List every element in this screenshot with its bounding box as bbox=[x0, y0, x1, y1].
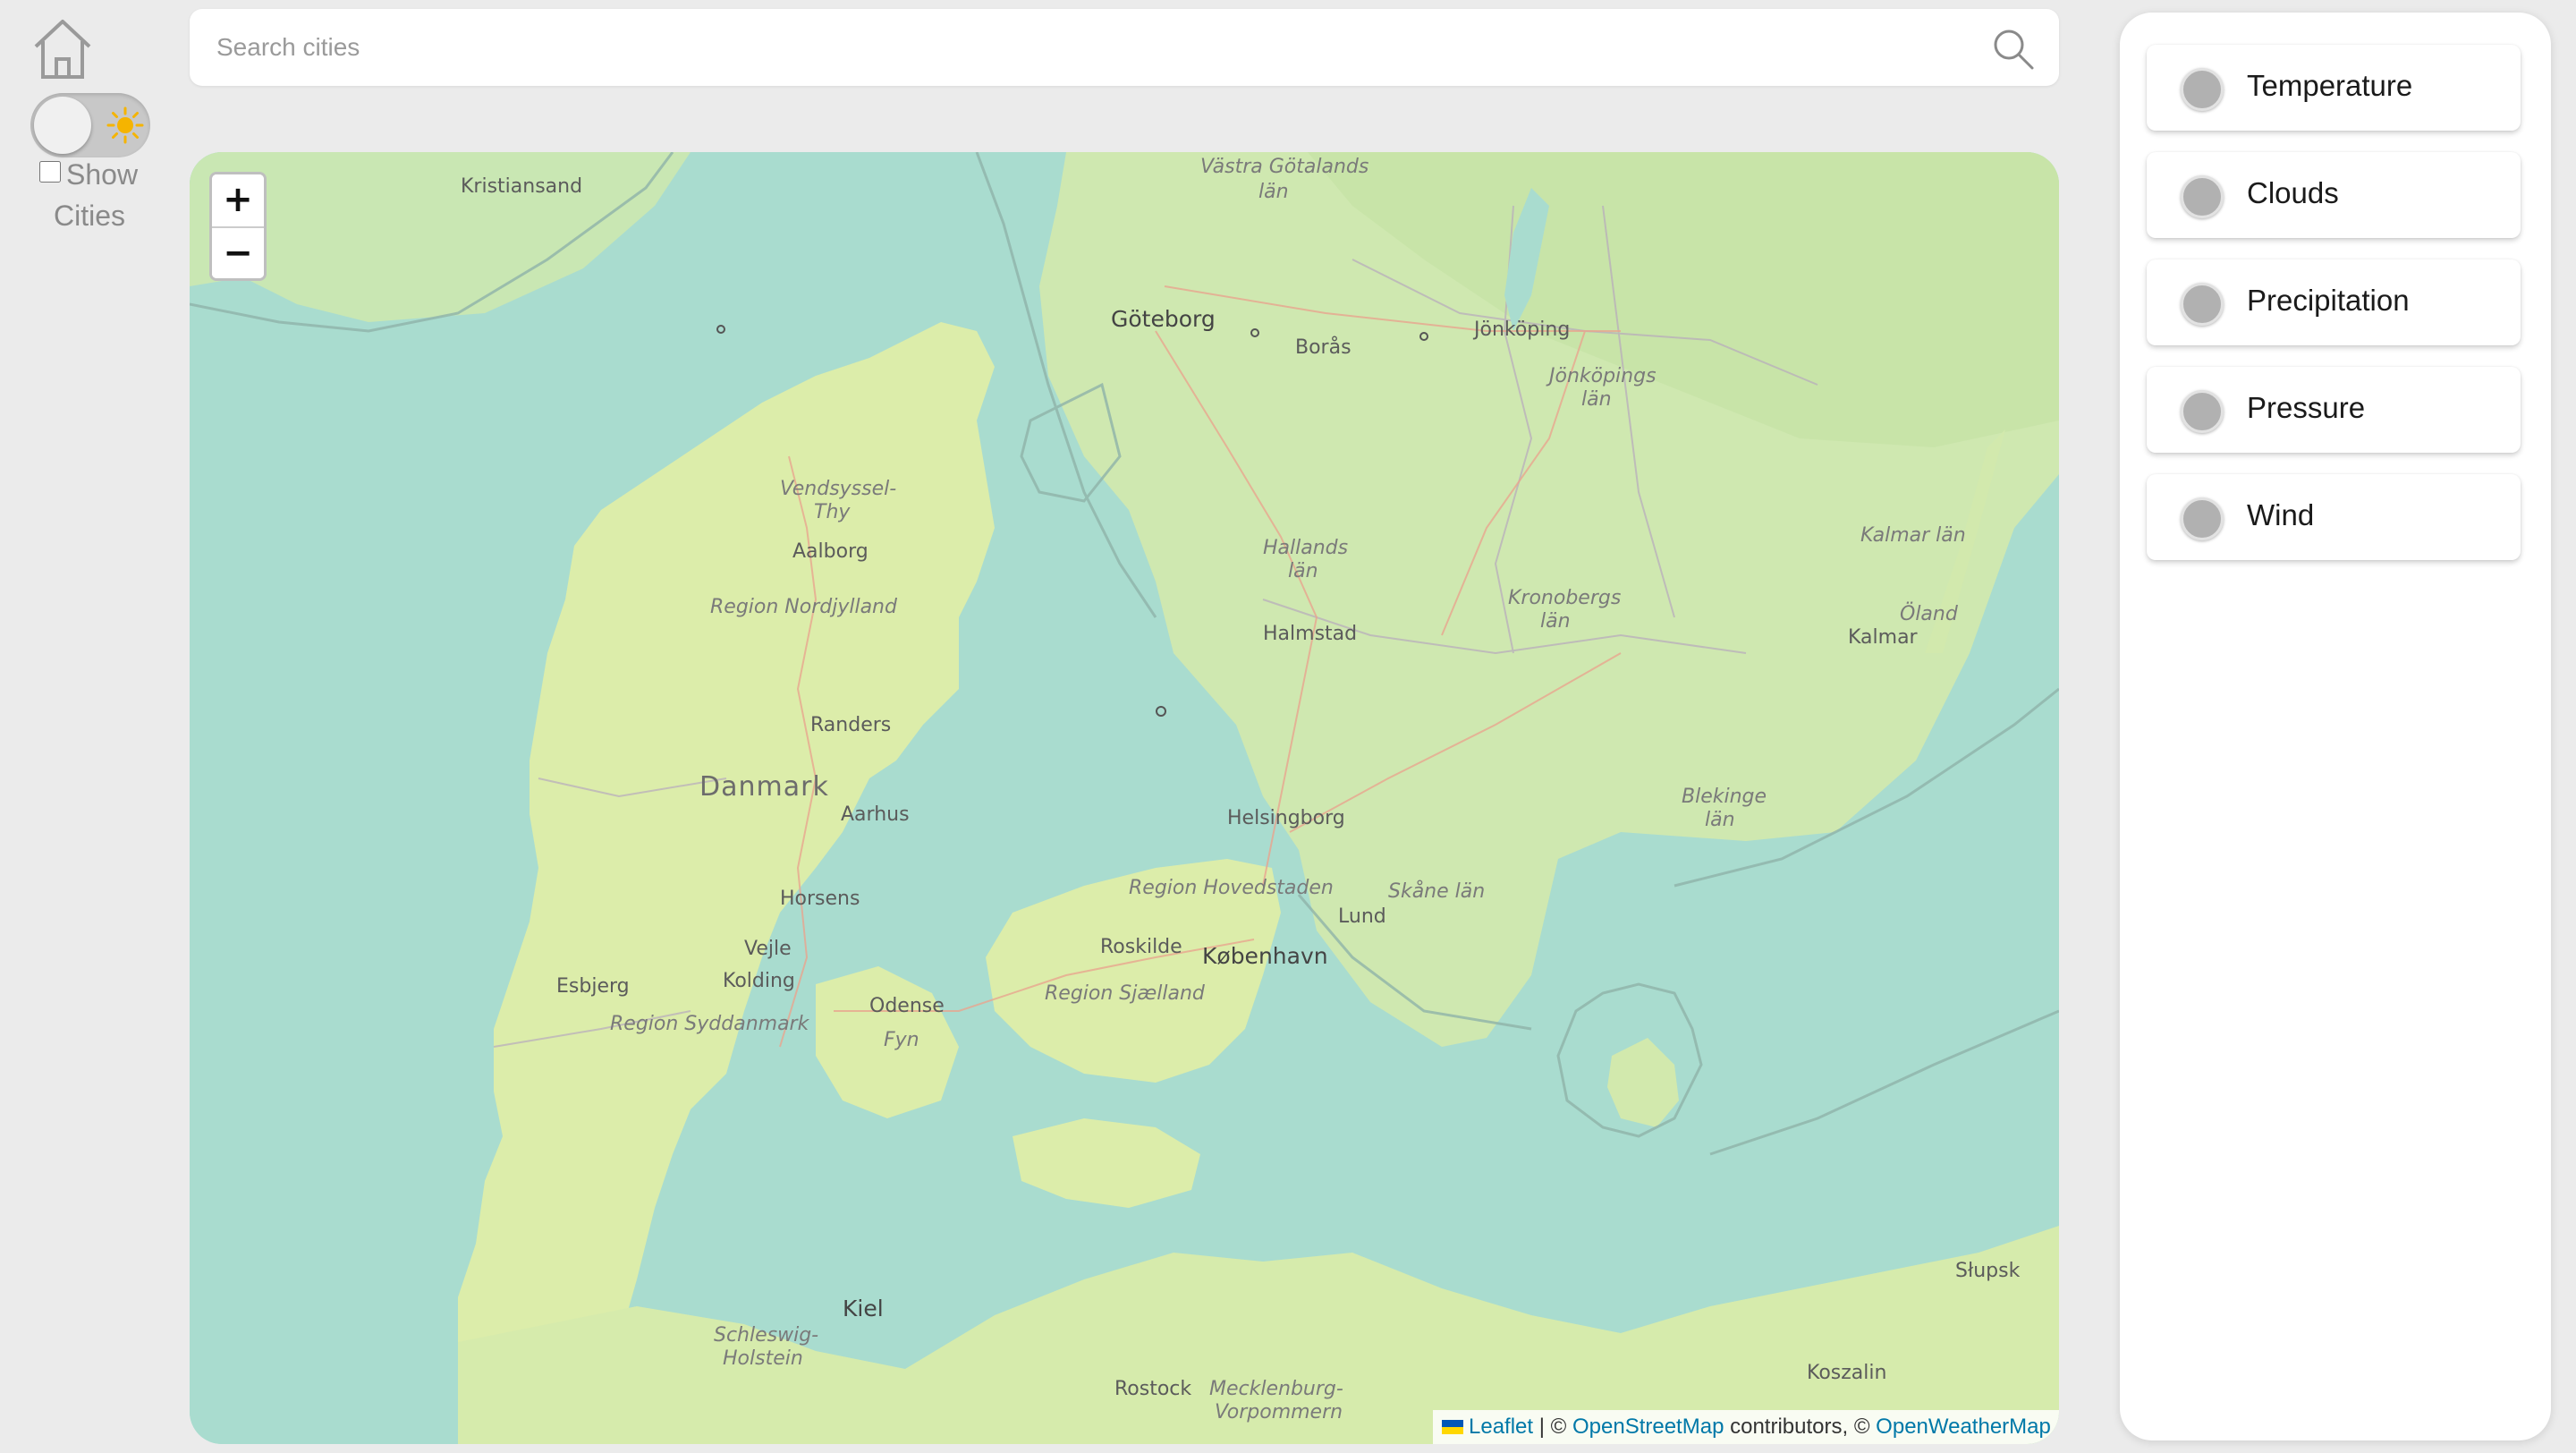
zoom-out-button[interactable]: − bbox=[212, 226, 264, 278]
map-label: Region Syddanmark bbox=[610, 1013, 809, 1035]
sun-icon bbox=[106, 106, 144, 144]
map-label: Kalmar bbox=[1848, 626, 1918, 649]
layer-panel: Temperature Clouds Precipitation Pressur… bbox=[2120, 13, 2551, 1440]
map-label: Öland bbox=[1900, 603, 1958, 625]
map-label: København bbox=[1202, 943, 1328, 969]
home-button[interactable] bbox=[27, 13, 98, 84]
map-tiles[interactable] bbox=[190, 152, 2059, 1444]
layer-pressure-button[interactable]: Pressure bbox=[2147, 367, 2521, 453]
show-cities-label-line2: Cities bbox=[54, 200, 126, 232]
attribution-sep: | © bbox=[1533, 1415, 1572, 1439]
radio-dot-icon bbox=[2181, 68, 2224, 111]
map-label: län bbox=[1258, 181, 1289, 203]
map-label: Västra Götalands bbox=[1200, 156, 1369, 178]
zoom-control: + − bbox=[209, 172, 267, 281]
map-label: Lund bbox=[1338, 905, 1386, 928]
map-label: Randers bbox=[810, 714, 892, 736]
search-input[interactable] bbox=[190, 9, 1952, 86]
radio-dot-icon bbox=[2181, 283, 2224, 326]
map-label: län bbox=[1288, 560, 1318, 582]
layer-clouds-button[interactable]: Clouds bbox=[2147, 152, 2521, 238]
map-label: Kalmar län bbox=[1860, 524, 1966, 547]
map-label: Thy bbox=[814, 501, 851, 523]
house-icon bbox=[34, 20, 91, 79]
leaflet-link[interactable]: Leaflet bbox=[1469, 1415, 1533, 1439]
map-label: Fyn bbox=[884, 1029, 919, 1051]
layer-label: Temperature bbox=[2247, 69, 2413, 102]
map-label: Blekinge bbox=[1682, 786, 1767, 808]
map-label: Słupsk bbox=[1955, 1260, 2021, 1282]
map-label: län bbox=[1581, 388, 1612, 411]
map-label: Rostock bbox=[1114, 1378, 1192, 1400]
toggle-knob bbox=[34, 97, 91, 154]
ukraine-flag-icon bbox=[1442, 1420, 1463, 1434]
map-label: Esbjerg bbox=[556, 975, 630, 998]
map-label: Vendsyssel- bbox=[780, 478, 897, 500]
layer-label: Precipitation bbox=[2247, 284, 2410, 317]
map-label: Jönköping bbox=[1474, 319, 1571, 341]
layer-wind-button[interactable]: Wind bbox=[2147, 474, 2521, 560]
map-label: Schleswig- bbox=[714, 1324, 819, 1347]
map-label: Mecklenburg- bbox=[1209, 1378, 1343, 1400]
map-attribution: Leaflet | © OpenStreetMap contributors, … bbox=[1433, 1410, 2059, 1444]
attribution-contributors: contributors, © bbox=[1724, 1415, 1877, 1439]
radio-dot-icon bbox=[2181, 390, 2224, 433]
osm-link[interactable]: OpenStreetMap bbox=[1572, 1415, 1724, 1439]
radio-dot-icon bbox=[2181, 175, 2224, 218]
map-label: Region Sjælland bbox=[1045, 982, 1205, 1005]
map-label: Kiel bbox=[843, 1296, 884, 1321]
map-label: Hallands bbox=[1263, 537, 1349, 559]
radio-dot-icon bbox=[2181, 497, 2224, 540]
map-label: län bbox=[1705, 809, 1735, 831]
map-label: Koszalin bbox=[1807, 1362, 1887, 1384]
layer-label: Pressure bbox=[2247, 391, 2366, 424]
map-label: Region Hovedstaden bbox=[1129, 877, 1334, 899]
map-label: Skåne län bbox=[1388, 880, 1486, 903]
map-label: Jönköpings bbox=[1549, 365, 1657, 387]
map-label: Odense bbox=[869, 995, 945, 1017]
layer-precipitation-button[interactable]: Precipitation bbox=[2147, 259, 2521, 345]
map-label: Holstein bbox=[723, 1347, 803, 1370]
map-label: Aalborg bbox=[792, 540, 869, 563]
map-label: Roskilde bbox=[1100, 936, 1182, 958]
map-label: Vejle bbox=[744, 938, 792, 960]
map-label: Halmstad bbox=[1263, 623, 1358, 645]
map-label: Horsens bbox=[780, 888, 860, 910]
owm-link[interactable]: OpenWeatherMap bbox=[1876, 1415, 2051, 1439]
map-label: Kristiansand bbox=[461, 175, 583, 198]
map-label: Kolding bbox=[723, 970, 795, 992]
map-label: Region Nordjylland bbox=[710, 596, 897, 618]
search-bar bbox=[190, 9, 2059, 86]
map-label: Helsingborg bbox=[1227, 807, 1345, 829]
map-label: Borås bbox=[1295, 336, 1352, 359]
layer-label: Wind bbox=[2247, 498, 2315, 531]
map-label: län bbox=[1540, 610, 1571, 633]
magnifier-icon[interactable] bbox=[1991, 27, 2036, 72]
zoom-in-button[interactable]: + bbox=[212, 174, 264, 226]
layer-label: Clouds bbox=[2247, 176, 2339, 209]
theme-toggle[interactable] bbox=[30, 93, 150, 157]
show-cities-control[interactable]: Show Cities bbox=[36, 154, 161, 236]
layer-temperature-button[interactable]: Temperature bbox=[2147, 45, 2521, 131]
show-cities-checkbox[interactable] bbox=[39, 161, 61, 183]
show-cities-label-line1: Show bbox=[66, 158, 139, 191]
map-label: Vorpommern bbox=[1215, 1401, 1343, 1423]
map-label: Göteborg bbox=[1111, 306, 1216, 332]
weather-map[interactable]: Kristiansand Västra Götalands län Götebo… bbox=[190, 152, 2059, 1444]
map-label: Kronobergs bbox=[1508, 587, 1622, 609]
map-label: Aarhus bbox=[841, 803, 910, 826]
map-label: Danmark bbox=[699, 771, 829, 803]
